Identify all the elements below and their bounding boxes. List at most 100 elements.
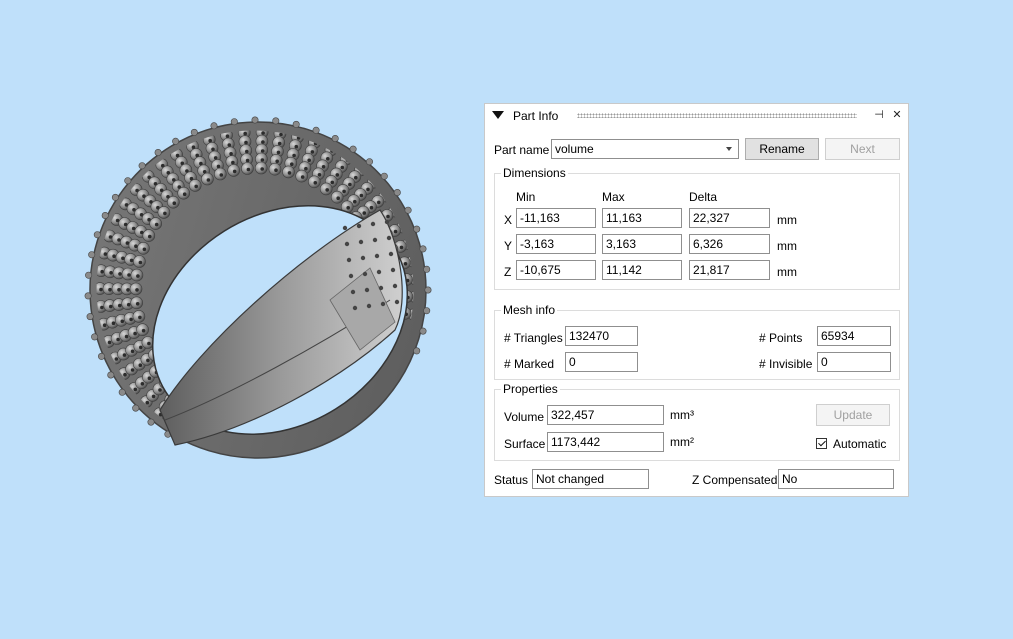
part-info-panel: Part Info ⊣ ✕ Part name volume Rename Ne… (484, 103, 909, 497)
triangles-field[interactable]: 132470 (565, 326, 638, 346)
bead-hole (292, 153, 296, 158)
pin-icon[interactable]: ⊣ (872, 108, 886, 122)
chevron-down-icon (726, 147, 732, 151)
bead-hole (126, 288, 130, 292)
bead-hole (208, 138, 212, 143)
bead-hole (362, 211, 367, 215)
status-field[interactable]: Not changed (532, 469, 649, 489)
rim-prong (93, 231, 101, 239)
z-max-field[interactable]: 11,142 (602, 260, 682, 280)
points-field[interactable]: 65934 (817, 326, 891, 346)
rim-prong (272, 117, 280, 125)
automatic-checkbox[interactable] (816, 438, 827, 449)
invisible-field[interactable]: 0 (817, 352, 891, 372)
bead-hole (366, 187, 370, 192)
surface-unit: mm² (670, 435, 694, 449)
bead-hole (136, 274, 140, 278)
z-min-field[interactable]: -10,675 (516, 260, 596, 280)
bead-hole (317, 173, 322, 177)
bead-hole (163, 211, 167, 216)
bead-hole (354, 175, 358, 180)
bead-hole (154, 222, 159, 227)
bead-hole (326, 157, 330, 161)
bead-hole (340, 165, 345, 170)
rename-button[interactable]: Rename (745, 138, 819, 160)
rim-prong (124, 177, 132, 185)
bead-hole (138, 363, 143, 368)
inner-hole (384, 219, 390, 225)
panel-titlebar[interactable]: Part Info ⊣ ✕ (485, 104, 908, 128)
next-button[interactable]: Next (825, 138, 900, 160)
bead-hole (304, 166, 308, 171)
bead-hole (121, 256, 125, 261)
close-icon[interactable]: ✕ (890, 108, 904, 122)
volume-field[interactable]: 322,457 (547, 405, 664, 425)
bead-hole (321, 165, 326, 169)
x-unit-label: mm (777, 213, 797, 227)
y-min-field[interactable]: -3,163 (516, 234, 596, 254)
collapse-arrow-icon[interactable] (492, 111, 504, 119)
bead-hole (277, 141, 282, 146)
bead-hole (130, 368, 135, 372)
bead-hole (211, 147, 215, 152)
part-name-combo[interactable]: volume (551, 139, 739, 159)
bead-hole (216, 164, 221, 169)
rim-prong (251, 116, 259, 124)
rim-prong (85, 271, 93, 279)
inner-hole (350, 289, 356, 295)
bead-hole (103, 252, 108, 256)
max-header: Max (602, 190, 625, 204)
inner-hole (376, 269, 382, 275)
rim-prong (107, 371, 115, 379)
rim-prong (111, 193, 119, 201)
rim-prong (88, 251, 96, 259)
bead-hole (124, 334, 129, 339)
x-delta-field[interactable]: 22,327 (689, 208, 770, 228)
bead-hole (135, 302, 140, 306)
drag-grip[interactable] (577, 113, 857, 118)
y-max-field[interactable]: 3,163 (602, 234, 682, 254)
bead-hole (393, 229, 398, 234)
inner-hole (388, 251, 394, 257)
bead-hole (182, 192, 187, 196)
y-unit-label: mm (777, 239, 797, 253)
z-compensated-field[interactable]: No (778, 469, 894, 489)
bead-hole (261, 131, 265, 135)
rim-prong (172, 137, 180, 145)
rim-prong (404, 206, 412, 214)
bead-hole (225, 134, 230, 138)
bead-hole (141, 328, 146, 333)
x-max-field[interactable]: 11,163 (602, 208, 682, 228)
inner-hole (344, 241, 350, 247)
x-min-field[interactable]: -11,163 (516, 208, 596, 228)
rim-prong (423, 265, 431, 273)
invisible-label: # Invisible (759, 357, 813, 371)
update-button[interactable]: Update (816, 404, 890, 426)
marked-field[interactable]: 0 (565, 352, 638, 372)
y-delta-field[interactable]: 6,326 (689, 234, 770, 254)
bead-hole (108, 287, 112, 292)
rim-prong (84, 292, 92, 300)
bead-hole (342, 189, 346, 194)
rim-prong (413, 225, 421, 233)
bead-hole (310, 150, 315, 154)
bead-hole (346, 206, 351, 210)
bead-hole (133, 387, 138, 392)
bead-hole (158, 388, 162, 392)
rim-prong (86, 313, 94, 321)
triangles-label: # Triangles (504, 331, 563, 345)
bead-hole (206, 178, 211, 182)
bead-hole (232, 169, 237, 174)
inner-hole (372, 237, 378, 243)
bead-hole (260, 167, 265, 171)
bead-hole (145, 400, 150, 405)
bead-hole (377, 200, 381, 205)
bead-hole (129, 258, 134, 263)
z-delta-field[interactable]: 21,817 (689, 260, 770, 280)
bead-hole (139, 345, 143, 350)
bead-hole (146, 358, 150, 363)
bead-hole (348, 182, 352, 187)
surface-field[interactable]: 1173,442 (547, 432, 664, 452)
bead-hole (300, 175, 305, 179)
panel-title: Part Info (513, 109, 559, 123)
